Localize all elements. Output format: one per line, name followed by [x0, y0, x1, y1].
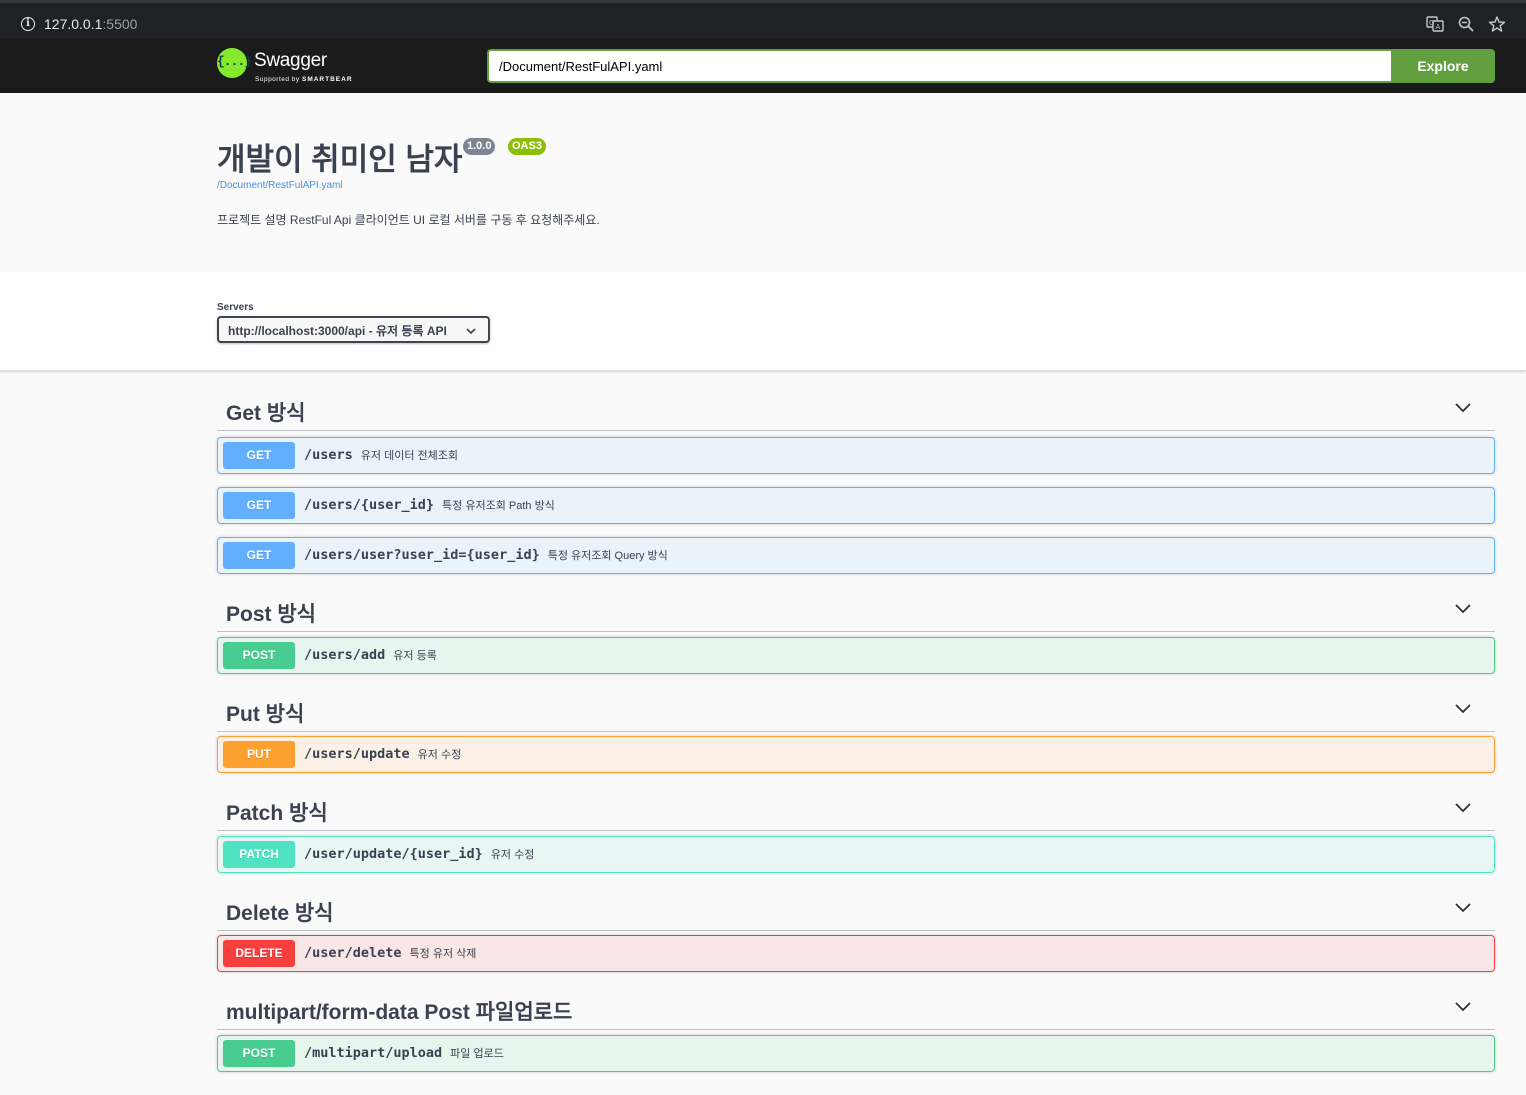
translate-icon[interactable]: GA: [1426, 15, 1444, 33]
url-host: 127.0.0.1: [44, 16, 103, 32]
site-info-icon[interactable]: i: [21, 17, 35, 31]
expand-chevron-icon[interactable]: [1454, 398, 1472, 416]
tag-title: Delete 방식: [226, 902, 334, 925]
expand-chevron-icon[interactable]: [1454, 997, 1472, 1015]
spec-link[interactable]: /Document/RestFulAPI.yaml: [217, 180, 343, 191]
tag-title: Put 방식: [226, 703, 305, 726]
swagger-topbar: {...} Swagger Supported by SMARTBEAR Exp…: [0, 39, 1526, 93]
swagger-logo-icon: {...}: [217, 48, 252, 78]
logo-sub-prefix: Supported by: [255, 76, 302, 83]
path-text: /user/update/{user_id}: [304, 846, 483, 862]
operation-path: /multipart/upload 파일 업로드: [304, 1045, 504, 1061]
api-info: 개발이 취미인 남자 1.0.0 OAS3 /Document/RestFulA…: [0, 93, 1526, 272]
operation-get-users[interactable]: GET /users 유저 데이터 전체조회: [217, 437, 1495, 474]
operation-post-multipart-upload[interactable]: POST /multipart/upload 파일 업로드: [217, 1035, 1495, 1072]
operation-path: /users 유저 데이터 전체조회: [304, 447, 458, 463]
tag-post[interactable]: Post 방식: [217, 587, 1495, 632]
operation-path: /users/user?user_id={user_id} 특정 유저조회 Que…: [304, 547, 668, 563]
operation-get-user-by-id[interactable]: GET /users/{user_id} 특정 유저조회 Path 방식: [217, 487, 1495, 524]
explore-button[interactable]: Explore: [1391, 49, 1495, 83]
path-text: /users/add: [304, 647, 386, 663]
operation-summary: 유저 데이터 전체조회: [360, 450, 458, 462]
method-badge: POST: [223, 642, 295, 669]
operation-summary: 파일 업로드: [450, 1048, 504, 1060]
browser-toolbar: i 127.0.0.1:5500 GA: [0, 0, 1526, 39]
logo-subtitle: Supported by SMARTBEAR: [255, 76, 353, 83]
oas-badge: OAS3: [508, 138, 546, 155]
operation-summary: 특정 유저조회 Query 방식: [547, 550, 668, 562]
zoom-icon[interactable]: [1457, 15, 1475, 33]
expand-chevron-icon[interactable]: [1454, 599, 1472, 617]
servers-label: Servers: [217, 302, 254, 313]
path-text: /users/update: [304, 746, 410, 762]
method-badge: GET: [223, 542, 295, 569]
operation-patch-user-update[interactable]: PATCH /user/update/{user_id} 유저 수정: [217, 836, 1495, 873]
operation-delete-user[interactable]: DELETE /user/delete 특정 유저 삭제: [217, 935, 1495, 972]
operation-get-user-by-query[interactable]: GET /users/user?user_id={user_id} 특정 유저조회…: [217, 537, 1495, 574]
expand-chevron-icon[interactable]: [1454, 798, 1472, 816]
operation-path: /users/add 유저 등록: [304, 647, 437, 663]
operation-summary: 유저 수정: [490, 849, 535, 861]
method-badge: GET: [223, 492, 295, 519]
operation-path: /users/update 유저 수정: [304, 746, 461, 762]
swagger-logo[interactable]: {...} Swagger Supported by SMARTBEAR: [217, 48, 357, 86]
path-text: /users/{user_id}: [304, 497, 435, 513]
operation-path: /user/update/{user_id} 유저 수정: [304, 846, 534, 862]
path-text: /user/delete: [304, 945, 402, 961]
operation-summary: 유저 수정: [417, 749, 462, 761]
method-badge: PATCH: [223, 841, 295, 868]
path-text: /users: [304, 447, 353, 463]
operation-summary: 특정 유저 삭제: [409, 948, 477, 960]
method-badge: PUT: [223, 741, 295, 768]
svg-text:A: A: [1436, 23, 1441, 31]
operation-path: /users/{user_id} 특정 유저조회 Path 방식: [304, 497, 555, 513]
tag-multipart-upload[interactable]: multipart/form-data Post 파일업로드: [217, 985, 1495, 1030]
spec-url-input[interactable]: [487, 49, 1392, 83]
version-badge: 1.0.0: [463, 138, 496, 155]
servers-selected-value: http://localhost:3000/api - 유저 등록 API: [228, 324, 447, 338]
api-description: 프로젝트 설명 RestFul Api 클라이언트 UI 로컬 서버를 구동 후…: [217, 213, 600, 227]
url-port: :5500: [102, 16, 138, 32]
expand-chevron-icon[interactable]: [1454, 699, 1472, 717]
tab-strip: [0, 0, 1526, 3]
operation-summary: 특정 유저조회 Path 방식: [442, 500, 555, 512]
logo-glyph: {...}: [217, 54, 252, 69]
page-title: 개발이 취미인 남자: [217, 142, 463, 177]
logo-title: Swagger: [254, 50, 327, 71]
servers-section: Servers http://localhost:3000/api - 유저 등…: [0, 272, 1526, 371]
method-badge: GET: [223, 442, 295, 469]
tag-delete[interactable]: Delete 방식: [217, 886, 1495, 931]
path-text: /users/user?user_id={user_id}: [304, 547, 540, 563]
operation-post-users-add[interactable]: POST /users/add 유저 등록: [217, 637, 1495, 674]
method-badge: POST: [223, 1040, 295, 1067]
operation-summary: 유저 등록: [393, 650, 437, 662]
tag-title: Get 방식: [226, 402, 306, 425]
tag-title: multipart/form-data Post 파일업로드: [226, 1001, 573, 1024]
chevron-down-icon: [466, 322, 476, 339]
expand-chevron-icon[interactable]: [1454, 898, 1472, 916]
address-bar[interactable]: i 127.0.0.1:5500 GA: [6, 5, 1520, 35]
operation-path: /user/delete 특정 유저 삭제: [304, 945, 476, 961]
logo-sub-brand: SMARTBEAR: [301, 76, 353, 83]
path-text: /multipart/upload: [304, 1045, 443, 1061]
tag-patch[interactable]: Patch 방식: [217, 786, 1495, 831]
operation-put-users-update[interactable]: PUT /users/update 유저 수정: [217, 736, 1495, 773]
svg-text:G: G: [1429, 19, 1434, 27]
tag-title: Post 방식: [226, 603, 316, 626]
tag-get[interactable]: Get 방식: [217, 386, 1495, 431]
tag-put[interactable]: Put 방식: [217, 687, 1495, 732]
method-badge: DELETE: [223, 940, 295, 967]
tag-title: Patch 방식: [226, 802, 328, 825]
address-url[interactable]: 127.0.0.1:5500: [44, 16, 137, 32]
bookmark-star-icon[interactable]: [1488, 15, 1506, 33]
servers-select[interactable]: http://localhost:3000/api - 유저 등록 API: [217, 316, 490, 343]
